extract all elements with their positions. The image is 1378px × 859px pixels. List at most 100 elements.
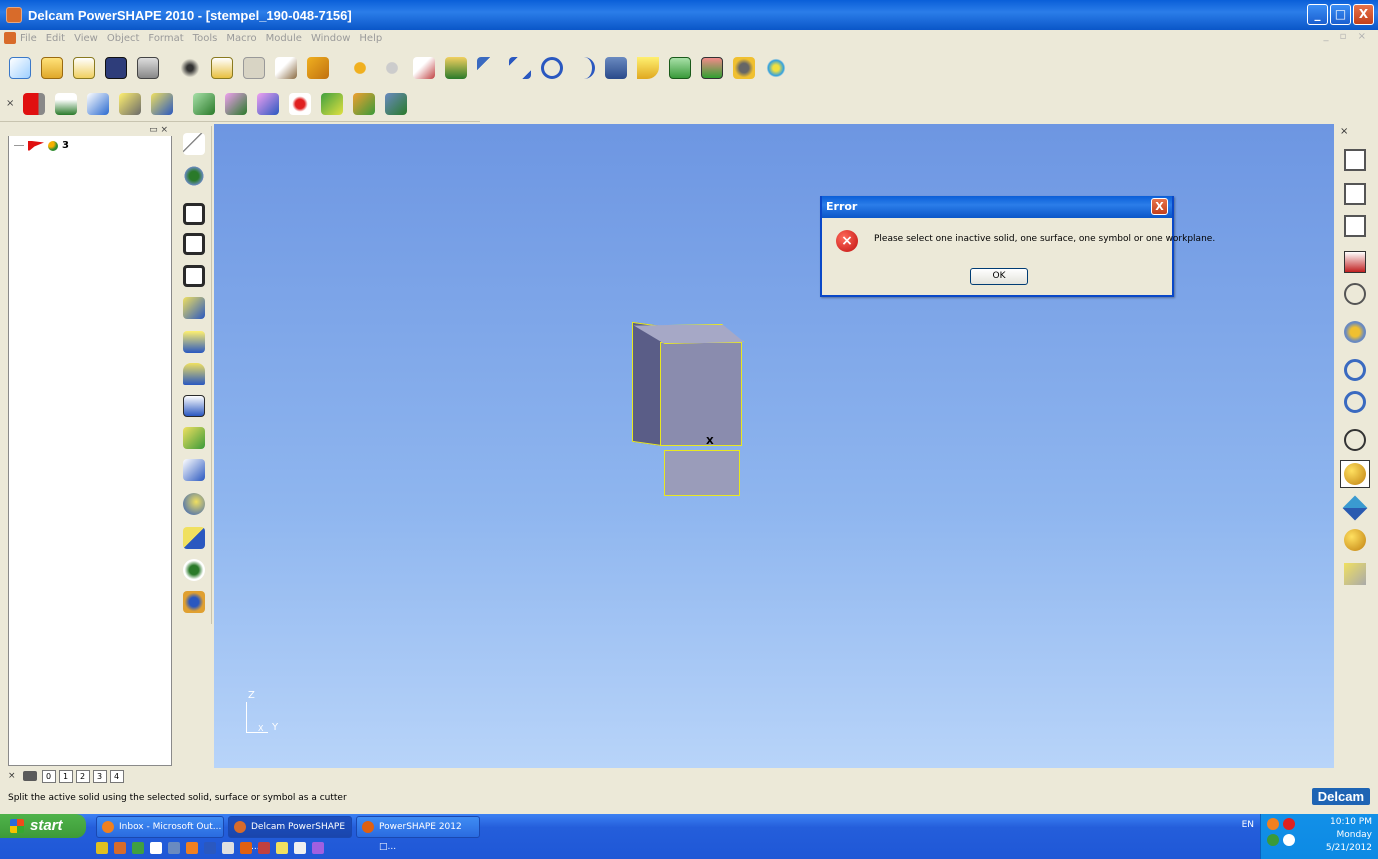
solid-twist-icon[interactable] [180,294,208,322]
view-side-icon[interactable] [1340,212,1370,240]
surface-icon[interactable] [442,54,470,82]
zoom-undo-icon[interactable] [1340,318,1370,346]
quicklaunch-icon[interactable] [114,842,126,854]
solid-shell-icon[interactable] [180,424,208,452]
solid-sweep-icon[interactable] [116,90,144,118]
task-firefox[interactable]: PowerSHAPE 2012 □... [356,816,480,852]
tray-icon[interactable] [1283,818,1295,830]
quicklaunch-icon[interactable] [294,842,306,854]
solid-boss-icon[interactable] [180,392,208,420]
solid-box-2-icon[interactable] [180,230,208,258]
solid-repair-icon[interactable] [286,90,314,118]
line-icon[interactable] [506,54,534,82]
zoom-window-icon[interactable] [1340,388,1370,416]
quicklaunch-icon[interactable] [222,842,234,854]
solid-cut-icon[interactable] [382,90,410,118]
solid-chamfer-icon[interactable] [180,524,208,552]
menu-file[interactable]: File [20,33,37,44]
close-toolbar-icon[interactable]: × [6,98,16,109]
tray-icon[interactable] [1267,834,1279,846]
dialog-close-button[interactable]: X [1151,198,1168,215]
tree-item[interactable]: 3 [14,140,69,151]
solid-loft-icon[interactable] [148,90,176,118]
edit-icon[interactable] [272,54,300,82]
mdi-controls-icon[interactable]: _ ▫ × [1323,31,1370,42]
redo-icon[interactable] [378,54,406,82]
globe-icon[interactable] [1340,426,1370,454]
undo-icon[interactable] [346,54,374,82]
solid-cylinder-icon[interactable] [180,360,208,388]
document-icon[interactable] [4,32,16,44]
ok-button[interactable]: OK [970,268,1028,285]
menu-window[interactable]: Window [311,33,350,44]
menu-object[interactable]: Object [107,33,140,44]
view-cube-icon[interactable] [1340,248,1370,276]
new-file-icon[interactable] [6,54,34,82]
clock[interactable]: 10:10 PM Monday 5/21/2012 [1326,816,1372,855]
menu-tools[interactable]: Tools [193,33,218,44]
task-outlook[interactable]: Inbox - Microsoft Out... [96,816,224,838]
wizard-icon[interactable] [762,54,790,82]
quicklaunch-icon[interactable] [312,842,324,854]
sketch-icon[interactable] [410,54,438,82]
import-icon[interactable] [70,54,98,82]
quicklaunch-icon[interactable] [186,842,198,854]
tab-4[interactable]: 4 [109,769,124,783]
solid-extrude-icon[interactable] [52,90,80,118]
select-arrow-icon[interactable] [180,130,208,158]
red-flag-icon[interactable] [20,90,48,118]
menu-edit[interactable]: Edit [46,33,65,44]
materials-icon[interactable] [1340,560,1370,588]
quicklaunch-icon[interactable] [258,842,270,854]
solid-fillet-icon[interactable] [180,490,208,518]
solid-model[interactable]: X [630,321,760,550]
quicklaunch-icon[interactable] [204,842,216,854]
level-icon[interactable] [22,771,37,781]
menu-format[interactable]: Format [148,33,183,44]
tab-0[interactable]: 0 [41,769,56,783]
solid-feature-icon[interactable] [318,90,346,118]
solid-extrude-icon[interactable] [180,328,208,356]
solid-box-icon[interactable] [180,200,208,228]
paste-icon[interactable] [240,54,268,82]
tab-2[interactable]: 2 [75,769,90,783]
open-folder-icon[interactable] [38,54,66,82]
arc-icon[interactable] [538,54,566,82]
quicklaunch-icon[interactable] [276,842,288,854]
lighting-icon[interactable] [1340,526,1370,554]
language-indicator[interactable]: EN [1242,820,1254,830]
quicklaunch-icon[interactable] [240,842,252,854]
close-tabs-icon[interactable]: × [8,771,16,781]
view-iso-icon[interactable] [1340,180,1370,208]
solid-tree-icon[interactable] [180,588,208,616]
boolean-add-icon[interactable] [190,90,218,118]
fillet-icon[interactable] [634,54,662,82]
tray-icon[interactable] [1267,818,1279,830]
solid-split-icon[interactable] [350,90,378,118]
workplane-icon[interactable] [474,54,502,82]
quicklaunch-icon[interactable] [132,842,144,854]
save-icon[interactable] [102,54,130,82]
curve-icon[interactable] [570,54,598,82]
tree-expander-icon[interactable] [14,145,24,146]
print-icon[interactable] [134,54,162,82]
feature-icon[interactable] [698,54,726,82]
assembly-icon[interactable] [730,54,758,82]
menu-view[interactable]: View [74,33,98,44]
menu-module[interactable]: Module [266,33,302,44]
boolean-subtract-icon[interactable] [222,90,250,118]
solid-box-3-icon[interactable] [180,262,208,290]
view-front-icon[interactable] [1340,146,1370,174]
dialog-title-bar[interactable]: Error X [822,196,1172,218]
solid-icon[interactable] [666,54,694,82]
copy-icon[interactable] [208,54,236,82]
boolean-intersect-icon[interactable] [254,90,282,118]
task-powershape[interactable]: Delcam PowerSHAPE ... [228,816,352,852]
menu-help[interactable]: Help [359,33,382,44]
shaded-view-icon[interactable] [1340,460,1370,488]
section-icon[interactable] [1340,494,1370,522]
transform-icon[interactable] [180,162,208,190]
minimize-button[interactable]: _ [1307,4,1328,25]
quicklaunch-icon[interactable] [168,842,180,854]
solid-revolve-icon[interactable] [84,90,112,118]
